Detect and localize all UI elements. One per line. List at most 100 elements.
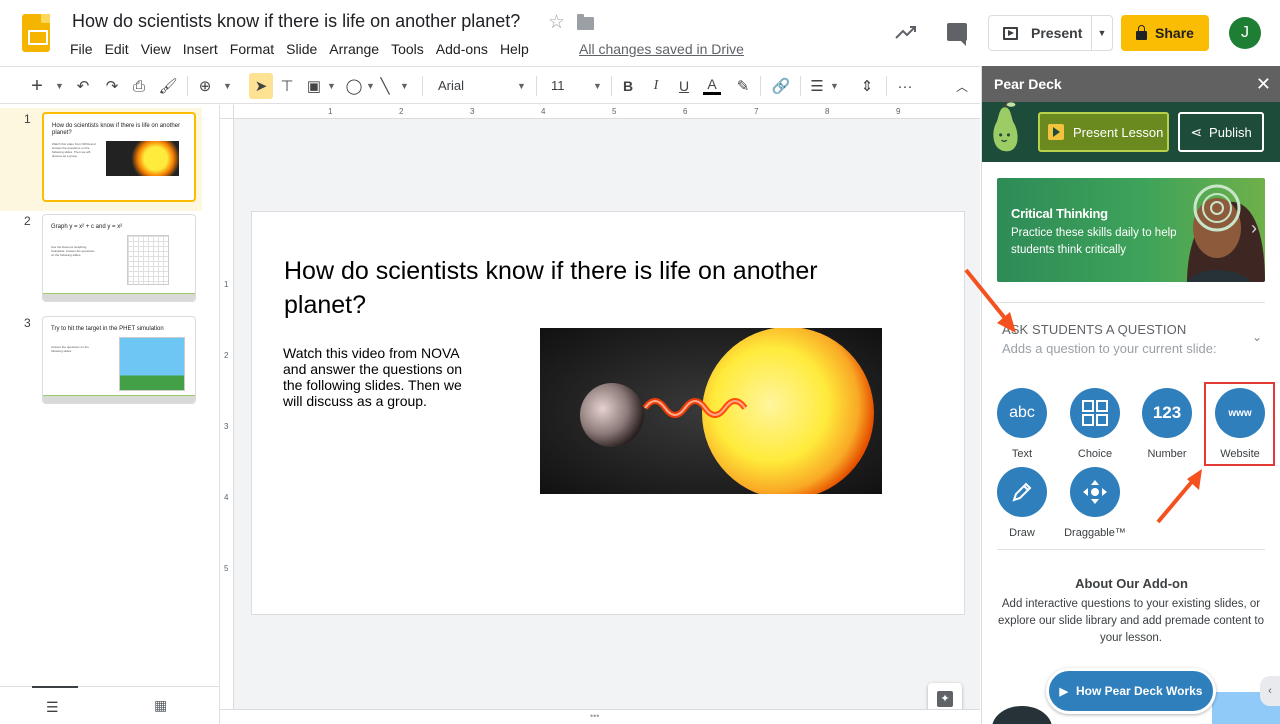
menu-addons[interactable]: Add-ons [430,41,494,59]
font-family-select[interactable]: Arial [438,78,464,93]
activity-trend-icon[interactable] [894,22,918,42]
menu-slide[interactable]: Slide [280,41,323,59]
thumbnail-body: Answer the questions on the following sl… [51,345,89,353]
share-nodes-icon: ⋖ [1190,123,1203,140]
link-icon[interactable]: 🔗 [770,75,792,97]
image-dropdown-icon[interactable]: ▼ [327,81,336,91]
font-family-dropdown-icon[interactable]: ▼ [517,81,526,91]
present-icon [1003,26,1018,40]
new-slide-dropdown-icon[interactable]: ▼ [55,81,64,91]
play-icon [1048,124,1064,140]
collapse-toolbar-icon[interactable]: ︿ [953,75,971,97]
text-box-icon[interactable]: ⊤ [278,75,296,97]
present-dropdown-button[interactable]: ▼ [1091,15,1113,51]
highlight-pen-icon[interactable]: ✎ [734,75,752,97]
folder-icon[interactable] [577,14,594,30]
star-icon[interactable]: ☆ [548,11,565,34]
new-slide-icon[interactable]: + [28,75,46,97]
planet-sun-image[interactable] [540,328,882,494]
menu-edit[interactable]: Edit [99,41,135,59]
align-dropdown-icon[interactable]: ▼ [830,81,839,91]
thumbnail-body: Use the Desmos Graphing Calculator. Answ… [51,245,95,257]
drag-arrows-icon [1070,467,1120,517]
save-status-link[interactable]: All changes saved in Drive [579,41,744,57]
thumbnail-image [106,141,179,176]
thumbnail-body: Watch this video from NOVA and answer th… [52,142,96,158]
image-icon[interactable]: ▣ [305,75,323,97]
slide-title[interactable]: How do scientists know if there is life … [284,254,894,322]
critical-thinking-promo[interactable]: Critical Thinking Practice these skills … [997,178,1265,282]
ruler-number: 2 [399,107,404,116]
ruler-number: 4 [541,107,546,116]
drag-handle-icon[interactable]: ••• [590,711,599,721]
more-options-button[interactable]: ··· [896,75,914,97]
current-slide[interactable]: How do scientists know if there is life … [251,211,965,615]
menu-view[interactable]: View [135,41,177,59]
question-type-text[interactable]: abc Text [987,388,1057,460]
text-color-button[interactable]: A [703,75,721,95]
pear-deck-sidebar: Pear Deck ✕ Present Lesson ⋖ Publish Cri… [981,66,1280,724]
text-icon: abc [997,388,1047,438]
line-dropdown-icon[interactable]: ▼ [400,81,409,91]
zoom-icon[interactable]: ⊕ [196,75,214,97]
chevron-right-icon[interactable]: › [1251,218,1257,239]
app-header: How do scientists know if there is life … [0,0,1280,66]
horizontal-ruler[interactable]: 1 2 3 4 5 6 7 8 9 [234,105,980,119]
editing-toolbar: + ▼ ↶ ↷ ⎙ 🖌 ⊕ ▼ ➤ ⊤ ▣ ▼ ◯ ▼ ╲ ▼ Arial ▼ … [0,66,980,104]
account-avatar[interactable]: J [1229,17,1261,49]
line-spacing-icon[interactable]: ⇕ [858,75,876,97]
redo-icon[interactable]: ↷ [103,75,121,97]
line-icon[interactable]: ╲ [376,75,394,97]
comments-icon[interactable] [947,23,967,46]
simulation-image [119,337,185,391]
align-icon[interactable]: ☰ [808,75,826,97]
list-view-icon[interactable]: ☰ [46,699,59,716]
ask-question-heading[interactable]: ASK STUDENTS A QUESTION [1002,322,1186,337]
menu-tools[interactable]: Tools [385,41,430,59]
question-type-draw[interactable]: Draw [987,467,1057,539]
slide-body-text[interactable]: Watch this video from NOVA and answer th… [283,345,473,409]
menu-file[interactable]: File [64,41,99,59]
question-type-label: Draggable™ [1064,527,1126,539]
question-type-number[interactable]: 123 Number [1132,388,1202,460]
chevron-down-icon[interactable]: ⌄ [1252,330,1262,344]
divider [997,549,1265,550]
present-button[interactable]: Present [988,15,1092,51]
how-pear-deck-works-button[interactable]: ▶ How Pear Deck Works [1046,668,1216,714]
shape-dropdown-icon[interactable]: ▼ [366,81,375,91]
slide-thumbnail-3[interactable]: Try to hit the target in the PHET simula… [42,316,196,404]
close-icon[interactable]: ✕ [1256,74,1271,95]
paint-format-icon[interactable]: 🖌 [158,75,177,97]
select-cursor-icon[interactable]: ➤ [252,75,270,97]
publish-button[interactable]: ⋖ Publish [1178,112,1264,152]
ruler-number: 7 [754,107,759,116]
zoom-dropdown-icon[interactable]: ▼ [223,81,232,91]
bold-button[interactable]: B [620,75,636,97]
question-type-choice[interactable]: Choice [1060,388,1130,460]
slides-logo-icon[interactable] [22,14,50,52]
font-size-dropdown-icon[interactable]: ▼ [593,81,602,91]
slide-thumbnail-2[interactable]: Graph y = x² + c and y = x² Use the Desm… [42,214,196,302]
menu-help[interactable]: Help [494,41,535,59]
menu-insert[interactable]: Insert [177,41,224,59]
slide-thumbnail-1[interactable]: How do scientists know if there is life … [42,112,196,202]
print-icon[interactable]: ⎙ [130,75,148,97]
ask-question-subtitle: Adds a question to your current slide: [1002,341,1217,356]
speaker-notes-handle[interactable]: ••• [220,709,980,724]
italic-button[interactable]: I [648,75,664,97]
undo-icon[interactable]: ↶ [74,75,92,97]
side-panel-toggle[interactable]: ‹ [1260,676,1280,706]
grid-view-icon[interactable]: ▦ [154,697,167,714]
vertical-ruler[interactable]: 1 2 3 4 5 [220,119,234,709]
shape-icon[interactable]: ◯ [345,75,363,97]
sidebar-header: Pear Deck ✕ [982,66,1280,102]
document-title[interactable]: How do scientists know if there is life … [72,11,520,32]
share-button[interactable]: Share [1121,15,1209,51]
font-size-select[interactable]: 11 [551,78,565,93]
menu-arrange[interactable]: Arrange [323,41,385,59]
menu-format[interactable]: Format [224,41,280,59]
present-lesson-button[interactable]: Present Lesson [1038,112,1169,152]
question-type-draggable[interactable]: Draggable™ [1060,467,1130,539]
underline-button[interactable]: U [676,75,692,97]
thumbnail-title: Graph y = x² + c and y = x² [51,224,123,230]
